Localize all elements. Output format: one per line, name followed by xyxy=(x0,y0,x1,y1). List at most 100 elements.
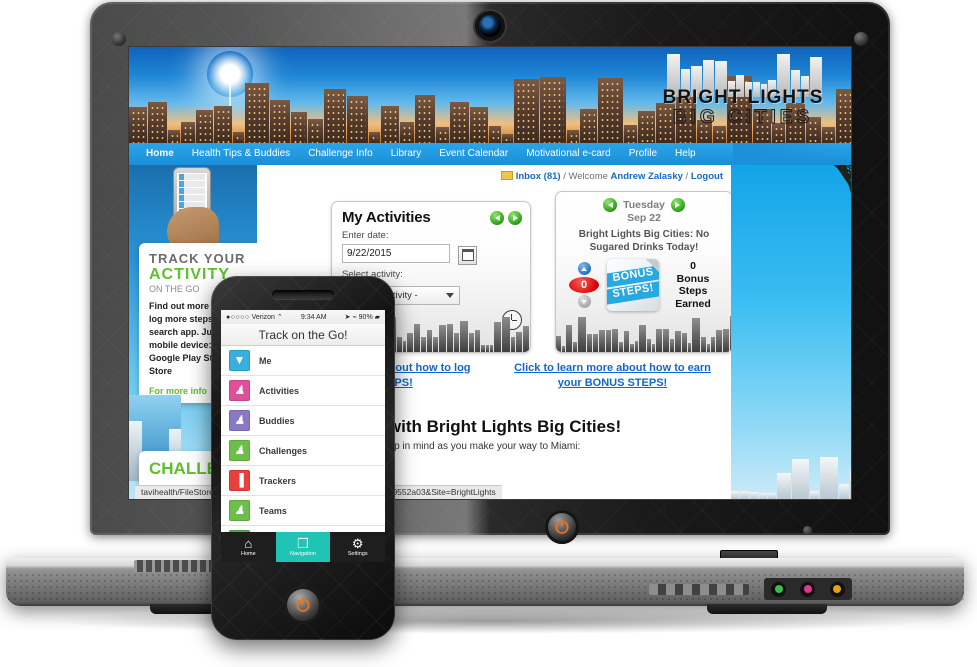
logout-link[interactable]: Logout xyxy=(691,171,723,182)
skyline-building xyxy=(399,122,414,143)
skyline-building xyxy=(413,324,421,352)
inbox-link[interactable]: Inbox (81) xyxy=(516,171,561,182)
chevron-down-icon xyxy=(446,292,454,298)
bonus-day: Tuesday xyxy=(623,199,665,211)
skyline-building xyxy=(577,316,586,352)
bonus-next-button[interactable] xyxy=(670,198,685,212)
phone-menu-item-me[interactable]: ▼ Me xyxy=(221,346,385,376)
promo-phone-row xyxy=(179,181,205,187)
home-icon: ⌂ xyxy=(244,536,253,551)
skyline-building xyxy=(612,328,619,352)
skyline-building xyxy=(460,321,468,352)
nav-item-event-calendar[interactable]: Event Calendar xyxy=(430,143,517,165)
phone-tab-navigation[interactable]: ❐ Navigation xyxy=(275,532,331,562)
bonus-earned-label: Bonus Steps Earned xyxy=(675,272,711,310)
jack-pink-icon xyxy=(800,581,816,597)
skyline-building xyxy=(639,325,646,352)
book-icon: ❐ xyxy=(297,536,309,551)
skyline-building xyxy=(573,341,577,352)
skyline-building xyxy=(706,344,710,352)
skyline-building xyxy=(850,470,851,499)
lid-screw-left xyxy=(112,32,126,46)
next-day-button[interactable] xyxy=(508,211,522,225)
nav-item-home[interactable]: Home xyxy=(137,143,183,165)
promo-hand-phone-image xyxy=(165,167,221,253)
bonus-skyline-graphic xyxy=(556,316,732,352)
bonus-spinner[interactable]: 0 xyxy=(569,262,599,308)
phone-tab-home[interactable]: ⌂ Home xyxy=(221,532,276,562)
phone-screen: ●○○○○ Verizon ⌃ 9:34 AM ➤ ⌁ 90% ▰ Track … xyxy=(221,310,385,562)
skyline-building xyxy=(414,95,436,143)
welcome-bar: Inbox (81) / Welcome Andrew Zalasky / Lo… xyxy=(500,171,723,182)
phone-menu-item-trackers[interactable]: ▐ Trackers xyxy=(221,466,385,496)
spinner-down-icon[interactable] xyxy=(577,295,591,308)
skyline-building xyxy=(380,106,399,143)
skyline-building xyxy=(565,324,573,352)
phone-tab-bar[interactable]: ⌂ Home ❐ Navigation ⚙ Settings xyxy=(221,532,385,562)
phone-menu-label: Buddies xyxy=(259,415,295,426)
palm-tree-graphic xyxy=(731,165,851,301)
skyline-building xyxy=(759,492,768,499)
date-input[interactable] xyxy=(342,244,450,263)
prev-day-button[interactable] xyxy=(490,211,504,225)
phone-status-bar: ●○○○○ Verizon ⌃ 9:34 AM ➤ ⌁ 90% ▰ xyxy=(221,310,385,324)
phone-menu-item-teams[interactable]: ♟ Teams xyxy=(221,496,385,526)
skyline-building xyxy=(469,106,488,143)
skyline-building xyxy=(323,88,347,143)
welcome-sep-1: / Welcome xyxy=(560,171,611,182)
screenshot-stage: BRIGHT LIGHTS BIG CITIES Home Health Tip… xyxy=(0,0,977,667)
skyline-building xyxy=(835,89,851,143)
skyline-building xyxy=(791,459,810,499)
phone-tab-label: Navigation xyxy=(290,551,316,557)
spinner-value: 0 xyxy=(569,277,599,293)
link-bonus-steps[interactable]: Click to learn more about how to earn yo… xyxy=(494,361,731,391)
skyline-building xyxy=(232,132,244,143)
skyline-building xyxy=(147,102,167,143)
browser-status-right: 789552a03&Site=BrightLights xyxy=(377,485,502,499)
bonus-earned-block: 0 Bonus Steps Earned xyxy=(667,260,719,310)
skyline-building xyxy=(579,109,597,143)
skyline-building xyxy=(522,326,530,352)
skyline-building xyxy=(407,333,413,352)
skyline-building xyxy=(586,333,592,352)
nav-item-health-tips-buddies[interactable]: Health Tips & Buddies xyxy=(183,143,299,165)
nav-item-challenge-info[interactable]: Challenge Info xyxy=(299,143,382,165)
skyline-building xyxy=(592,333,598,352)
skyline-building xyxy=(433,336,438,352)
phone-menu-label: Me xyxy=(259,355,272,366)
user-link[interactable]: Andrew Zalasky xyxy=(611,171,683,182)
skyline-building xyxy=(501,316,510,352)
skyline-building xyxy=(777,472,791,499)
bonus-prev-button[interactable] xyxy=(603,198,618,212)
calendar-icon[interactable] xyxy=(458,245,478,265)
main-navigation[interactable]: Home Health Tips & Buddies Challenge Inf… xyxy=(129,143,851,165)
phone-menu-item-activities[interactable]: ♟ Activities xyxy=(221,376,385,406)
skyline-building xyxy=(681,332,687,352)
nav-item-profile[interactable]: Profile xyxy=(620,143,666,165)
activities-arrow-buttons[interactable] xyxy=(490,211,522,225)
skyline-building xyxy=(402,341,407,352)
promo-phone-row xyxy=(179,174,205,180)
skyline-building xyxy=(663,328,669,352)
skyline-building xyxy=(347,96,368,143)
phone-power-icon: ⏻ xyxy=(296,595,310,615)
phone-home-button[interactable]: ⏻ xyxy=(284,586,322,624)
skyline-building xyxy=(195,109,213,143)
nav-item-library[interactable]: Library xyxy=(382,143,431,165)
nav-item-motivational-ecard[interactable]: Motivational e-card xyxy=(517,143,619,165)
skyline-building xyxy=(397,337,402,352)
skyline-building xyxy=(670,339,675,352)
laptop-power-button[interactable]: ⏻ xyxy=(545,510,579,544)
nav-item-help[interactable]: Help xyxy=(666,143,705,165)
bonus-steps-badge-icon: BONUS STEPS! xyxy=(607,259,659,311)
skyline-building xyxy=(598,329,605,352)
phone-menu-item-challenges[interactable]: ♟ Challenges xyxy=(221,436,385,466)
skyline-building xyxy=(514,78,540,143)
skyline-building xyxy=(368,132,380,143)
phone-tab-settings[interactable]: ⚙ Settings xyxy=(330,532,385,562)
spinner-up-icon[interactable] xyxy=(577,262,591,275)
skyline-building xyxy=(624,125,638,143)
skyline-building xyxy=(129,106,147,143)
skyline-building xyxy=(646,338,652,352)
phone-menu-item-buddies[interactable]: ♟ Buddies xyxy=(221,406,385,436)
